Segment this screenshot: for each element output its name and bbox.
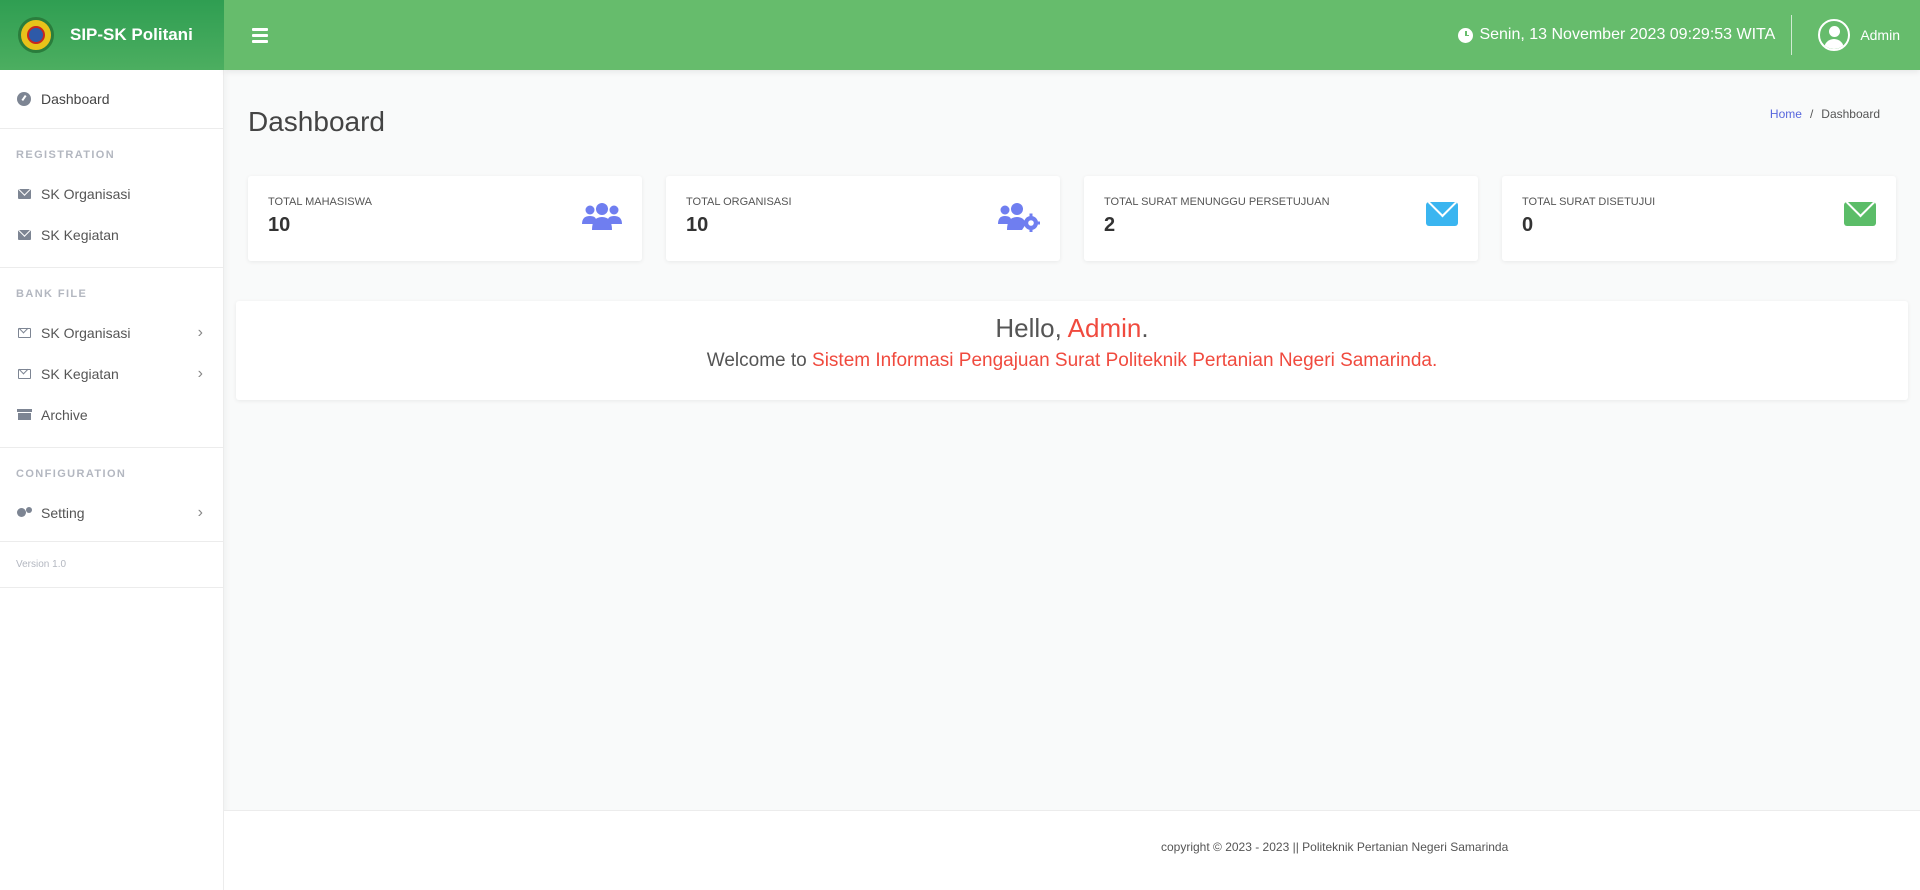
cogs-icon (17, 506, 32, 520)
sidebar-item-registration-sk-organisasi[interactable]: SK Organisasi (0, 173, 223, 214)
chevron-right-icon: › (197, 323, 203, 341)
sidebar-item-label: Archive (41, 406, 88, 423)
envelope-icon (17, 228, 31, 242)
stat-card-label: TOTAL MAHASISWA (268, 196, 372, 208)
topbar-divider (1791, 15, 1793, 55)
page-title: Dashboard (248, 106, 385, 137)
welcome-panel: Hello, Admin. Welcome to Sistem Informas… (236, 301, 1908, 400)
envelope-outline-icon (17, 326, 31, 340)
welcome-message: Welcome to Sistem Informasi Pengajuan Su… (706, 350, 1438, 371)
breadcrumb-home-link[interactable]: Home (1770, 107, 1802, 121)
copyright-text: copyright © 2023 - 2023 || Politeknik Pe… (1161, 840, 1509, 854)
stat-card-value: 10 (268, 214, 291, 236)
envelope-icon (1426, 202, 1458, 226)
stat-card-label: TOTAL ORGANISASI (686, 196, 792, 208)
breadcrumb-current: Dashboard (1821, 107, 1880, 121)
sidebar-item-archive[interactable]: Archive (0, 394, 223, 435)
stat-card-total-surat-disetujui: TOTAL SURAT DISETUJUI 0 (1502, 176, 1896, 261)
version-label: Version 1.0 (16, 559, 67, 570)
sidebar-section-registration: REGISTRATION (16, 149, 116, 161)
sidebar-item-bank-sk-kegiatan[interactable]: SK Kegiatan › (0, 353, 223, 394)
sidebar-item-bank-sk-organisasi[interactable]: SK Organisasi › (0, 312, 223, 353)
stat-card-total-organisasi: TOTAL ORGANISASI 10 (666, 176, 1060, 261)
system-name: Sistem Informasi Pengajuan Surat Politek… (812, 350, 1432, 371)
breadcrumb: Home / Dashboard (1770, 107, 1880, 121)
stat-card-value: 10 (686, 214, 709, 236)
clock-icon (1458, 27, 1474, 43)
brand-name: SIP-SK Politani (70, 25, 193, 44)
sidebar-item-label: SK Organisasi (41, 185, 131, 202)
current-datetime: Senin, 13 November 2023 09:29:53 WITA (1479, 26, 1776, 43)
stat-card-total-mahasiswa: TOTAL MAHASISWA 10 (248, 176, 642, 261)
sidebar-item-label: Dashboard (41, 91, 110, 107)
sidebar-item-label: SK Kegiatan (41, 226, 119, 243)
breadcrumb-separator: / (1809, 107, 1814, 121)
hamburger-menu-icon[interactable] (252, 27, 268, 43)
stat-card-label: TOTAL SURAT MENUNGGU PERSETUJUAN (1104, 196, 1330, 208)
sidebar-item-label: SK Kegiatan (41, 365, 119, 382)
archive-icon (16, 408, 32, 422)
stat-card-value: 2 (1104, 214, 1116, 236)
chevron-right-icon: › (197, 503, 203, 521)
brand[interactable]: SIP-SK Politani (0, 0, 224, 70)
hello-user-name: Admin (1067, 313, 1142, 343)
hello-heading: Hello, Admin. (995, 313, 1149, 343)
envelope-icon (17, 187, 31, 201)
footer: copyright © 2023 - 2023 || Politeknik Pe… (224, 810, 1920, 890)
chevron-right-icon: › (197, 364, 203, 382)
sidebar-item-label: SK Organisasi (41, 324, 131, 341)
sidebar-item-setting[interactable]: Setting › (0, 492, 223, 533)
user-circle-icon (1818, 19, 1851, 51)
sidebar-section-bank-file: BANK FILE (16, 288, 88, 300)
sidebar-item-label: Setting (41, 504, 85, 521)
stat-cards: TOTAL MAHASISWA 10 TOTAL ORGANISASI 10 T… (248, 176, 1896, 261)
sidebar-section-configuration: CONFIGURATION (16, 468, 127, 480)
stat-card-total-surat-menunggu: TOTAL SURAT MENUNGGU PERSETUJUAN 2 (1084, 176, 1478, 261)
dashboard-gauge-icon (17, 92, 31, 106)
envelope-outline-icon (17, 367, 31, 381)
politani-logo (18, 17, 54, 53)
user-name: Admin (1860, 27, 1900, 43)
users-icon (582, 202, 622, 237)
stat-card-label: TOTAL SURAT DISETUJUI (1522, 196, 1656, 208)
envelope-icon (1844, 202, 1876, 226)
sidebar-item-registration-sk-kegiatan[interactable]: SK Kegiatan (0, 214, 223, 255)
top-navbar: Senin, 13 November 2023 09:29:53 WITA Ad… (224, 0, 1920, 70)
stat-card-value: 0 (1522, 214, 1534, 236)
sidebar-item-dashboard[interactable]: Dashboard (0, 70, 223, 128)
users-cog-icon (998, 202, 1040, 237)
main-content: Dashboard Home / Dashboard TOTAL MAHASIS… (224, 70, 1920, 810)
sidebar: Dashboard REGISTRATION SK Organisasi SK … (0, 70, 224, 890)
user-menu[interactable]: Admin (1818, 19, 1900, 51)
